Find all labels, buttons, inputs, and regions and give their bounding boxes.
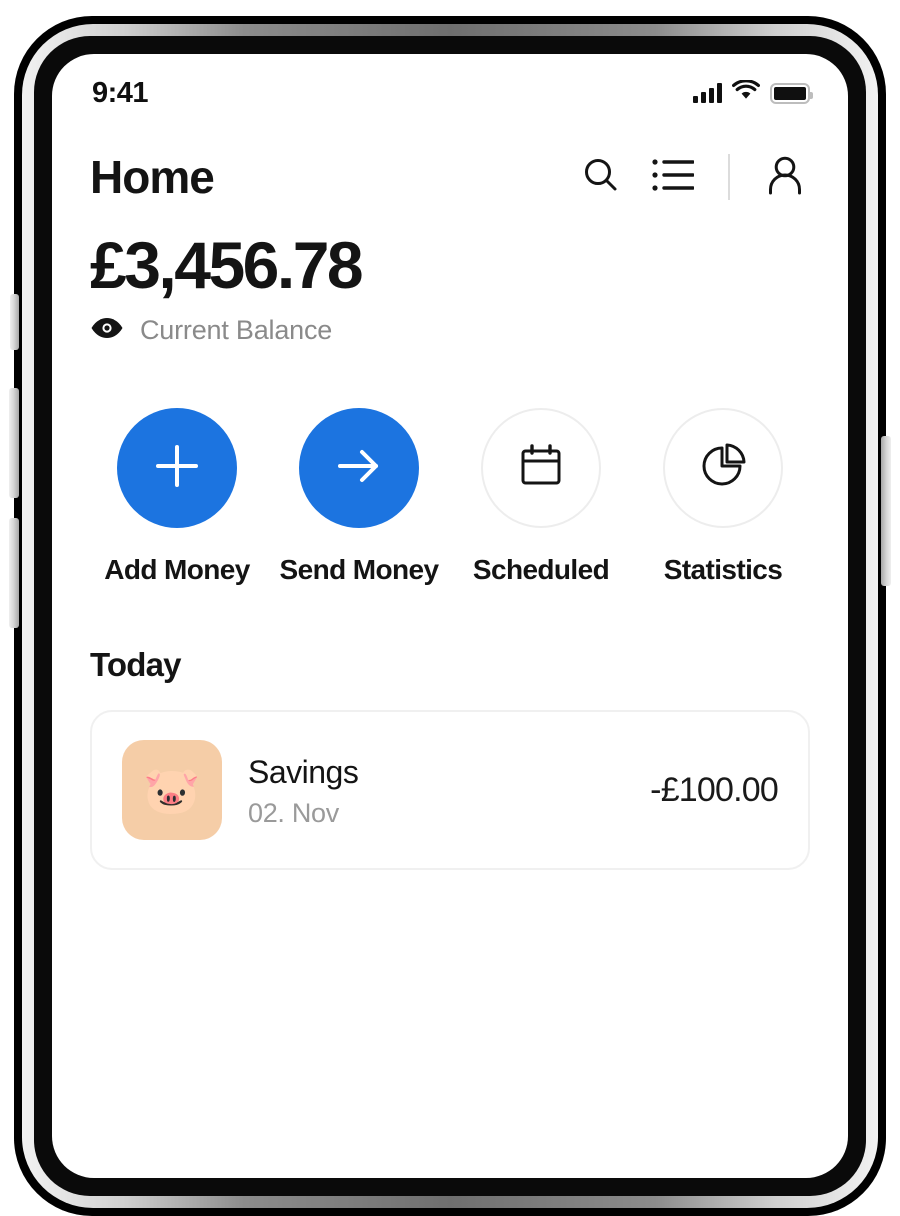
transaction-date: 02. Nov bbox=[248, 797, 339, 828]
status-bar: 9:41 bbox=[52, 54, 848, 110]
quick-action-add-money[interactable]: Add Money bbox=[86, 408, 268, 586]
pie-chart-icon bbox=[698, 441, 748, 496]
volume-up-button[interactable] bbox=[9, 388, 19, 498]
search-icon bbox=[581, 155, 621, 200]
transaction-info: Savings 02. Nov bbox=[248, 752, 624, 829]
balance-amount: £3,456.78 bbox=[90, 228, 364, 302]
piggy-bank-icon: 🐷 bbox=[122, 740, 222, 841]
statistics-circle bbox=[663, 408, 783, 529]
battery-full-icon bbox=[770, 82, 813, 104]
search-button[interactable] bbox=[578, 154, 624, 200]
transaction-amount: -£100.00 bbox=[650, 770, 779, 809]
list-button[interactable] bbox=[650, 154, 696, 200]
volume-down-button[interactable] bbox=[9, 518, 19, 628]
quick-action-label: Send Money bbox=[279, 554, 440, 586]
app-header: Home bbox=[52, 110, 848, 204]
list-icon bbox=[652, 158, 695, 197]
status-time: 9:41 bbox=[92, 76, 149, 109]
send-money-circle bbox=[299, 408, 419, 529]
transaction-name: Savings bbox=[248, 753, 359, 790]
phone-frame: 9:41 Home £3,456.78 Current Balance Add … bbox=[9, 16, 891, 1216]
page-title: Home bbox=[90, 151, 215, 203]
scheduled-circle bbox=[481, 408, 601, 529]
eye-icon[interactable] bbox=[90, 317, 124, 344]
signal-bars-icon bbox=[693, 83, 722, 103]
silence-switch-button[interactable] bbox=[10, 294, 19, 350]
balance-label-row[interactable]: Current Balance bbox=[90, 315, 808, 346]
status-icons bbox=[693, 79, 813, 106]
wifi-icon bbox=[732, 79, 760, 106]
balance-block: £3,456.78 Current Balance bbox=[52, 204, 848, 346]
table-row[interactable]: 🐷 Savings 02. Nov -£100.00 bbox=[122, 740, 779, 841]
add-money-circle bbox=[117, 408, 237, 529]
power-button[interactable] bbox=[881, 436, 891, 586]
profile-button[interactable] bbox=[762, 154, 808, 200]
transactions-section-title: Today bbox=[90, 646, 182, 684]
balance-label: Current Balance bbox=[140, 315, 333, 346]
quick-action-label: Add Money bbox=[104, 554, 250, 586]
plus-icon bbox=[150, 439, 204, 498]
phone-bezel: 9:41 Home £3,456.78 Current Balance Add … bbox=[34, 36, 866, 1196]
quick-action-statistics[interactable]: Statistics bbox=[632, 408, 814, 586]
profile-icon bbox=[764, 154, 806, 201]
quick-action-label: Statistics bbox=[663, 554, 783, 586]
quick-action-label: Scheduled bbox=[472, 554, 610, 586]
calendar-icon bbox=[516, 441, 566, 496]
quick-action-send-money[interactable]: Send Money bbox=[268, 408, 450, 586]
header-actions bbox=[578, 154, 808, 200]
quick-actions: Add Money Send Money Scheduled Statistic… bbox=[52, 346, 848, 586]
phone-screen: 9:41 Home £3,456.78 Current Balance Add … bbox=[52, 54, 848, 1178]
arrow-right-icon bbox=[331, 438, 387, 499]
transactions-card: 🐷 Savings 02. Nov -£100.00 bbox=[90, 710, 810, 871]
header-divider bbox=[728, 154, 730, 200]
quick-action-scheduled[interactable]: Scheduled bbox=[450, 408, 632, 586]
